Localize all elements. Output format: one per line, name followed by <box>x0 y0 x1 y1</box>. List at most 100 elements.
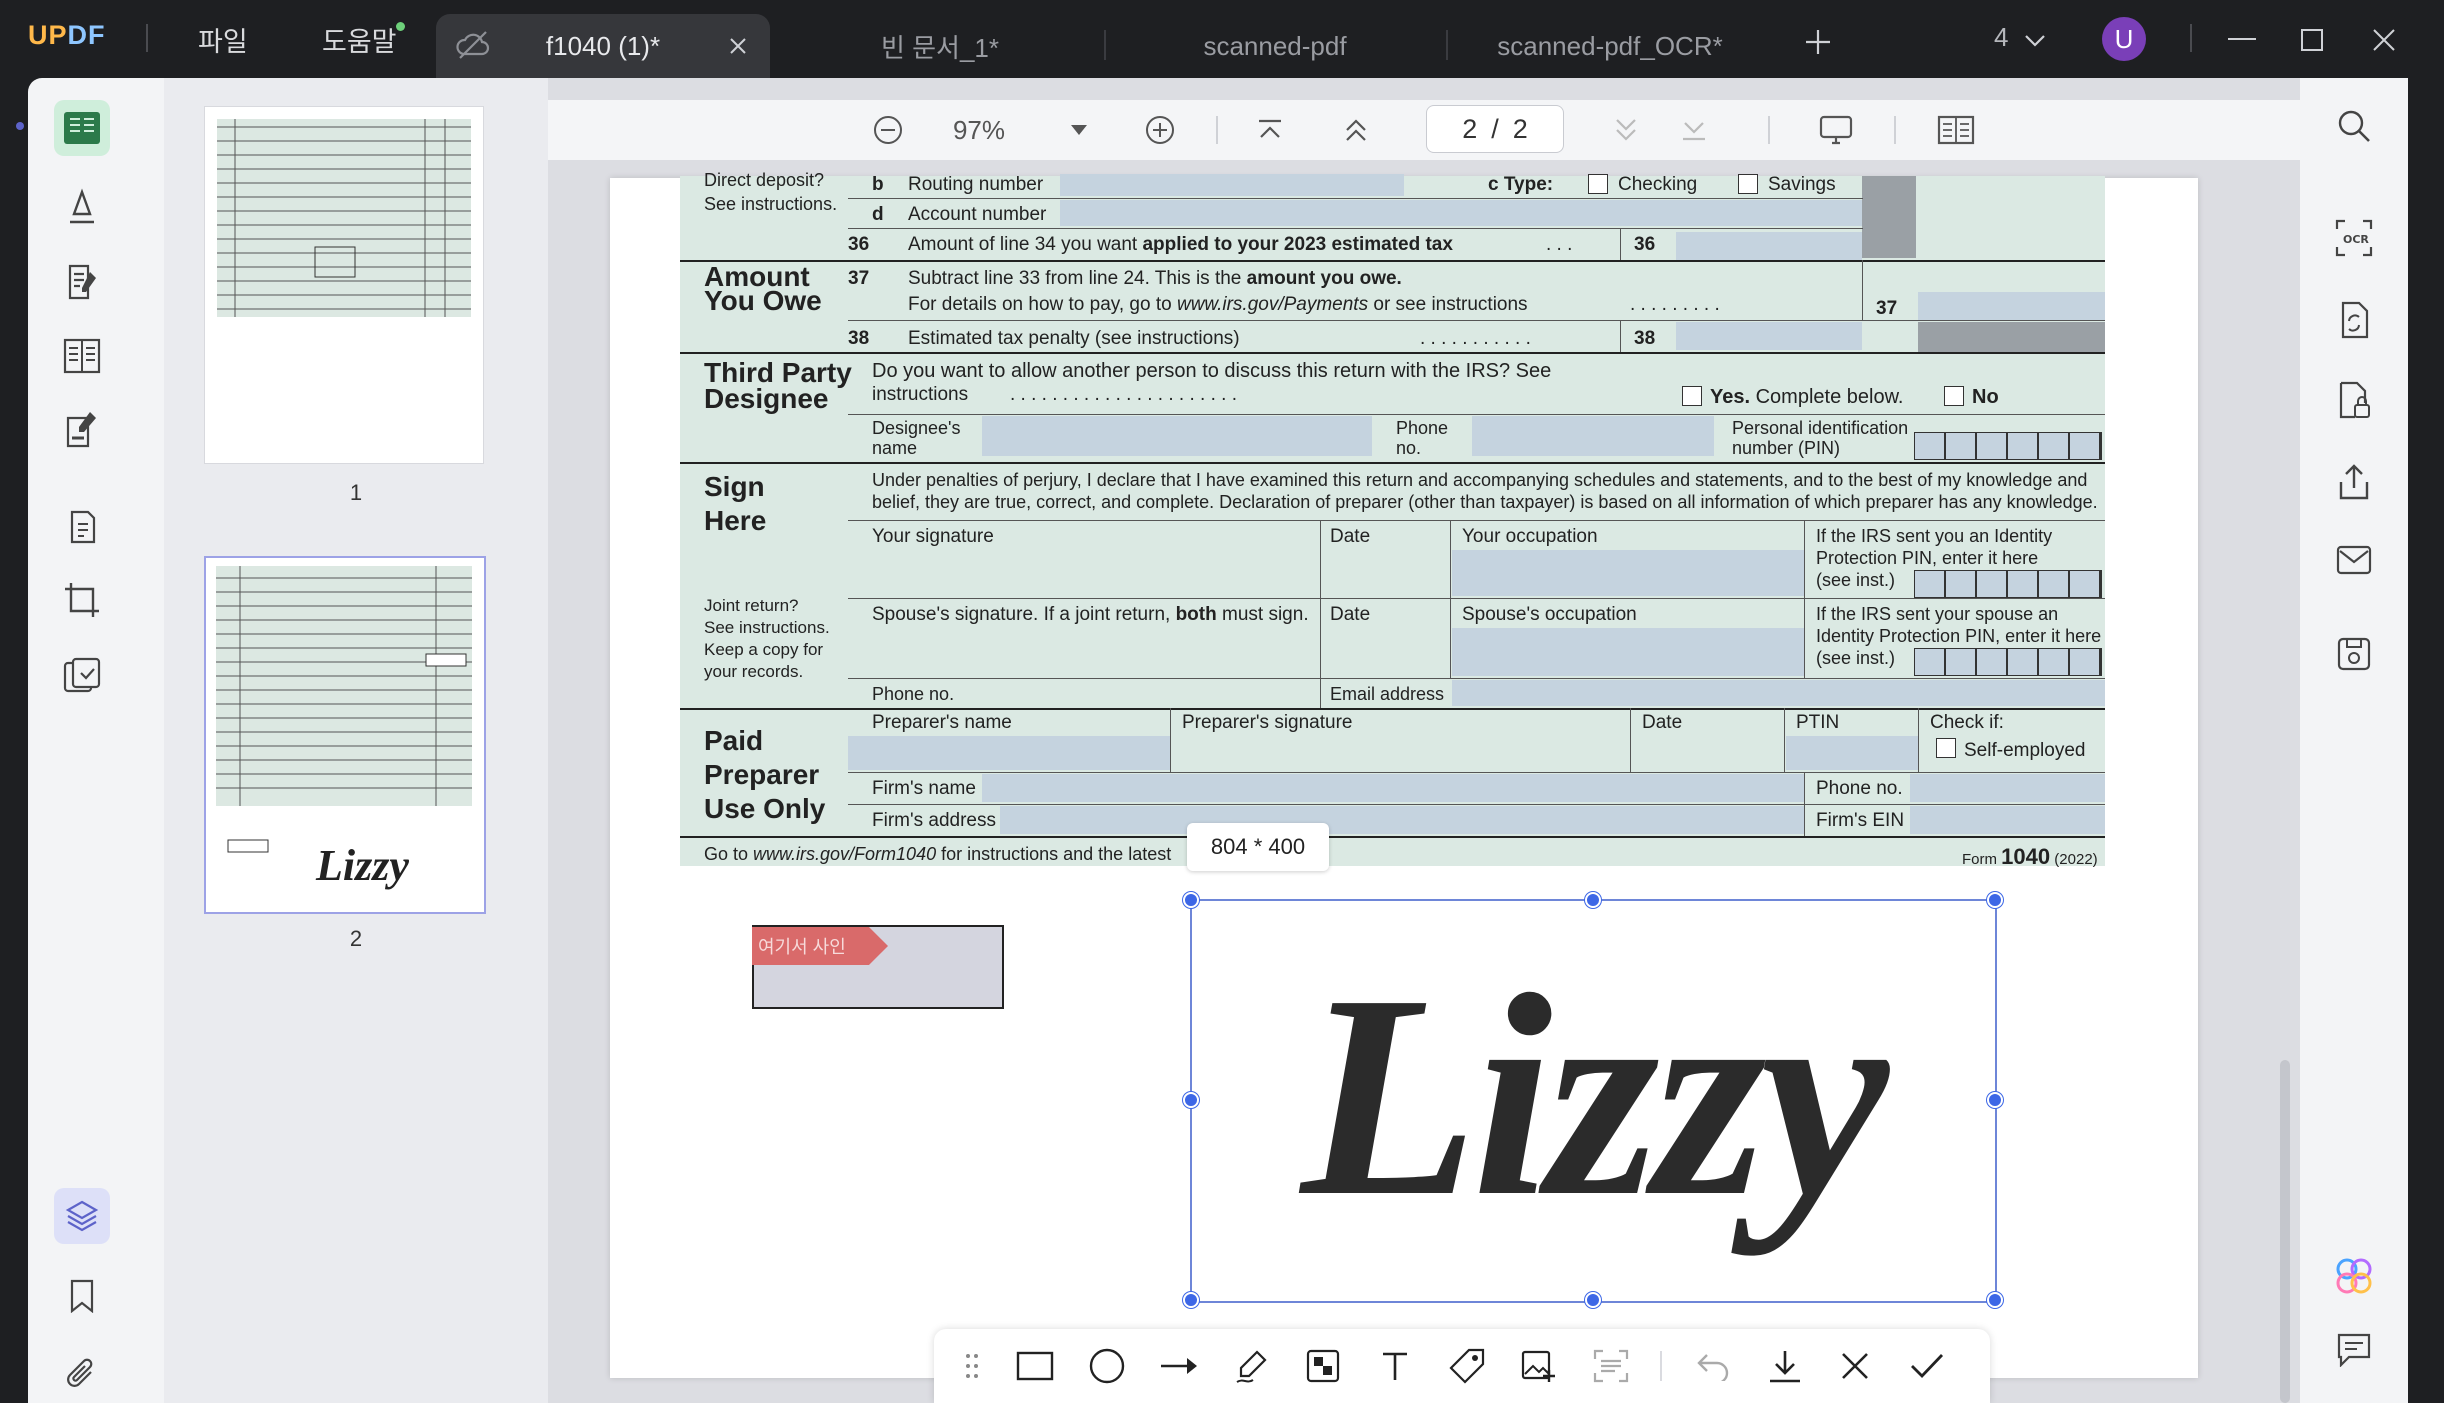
avatar[interactable]: U <box>2102 17 2146 61</box>
entry-field[interactable] <box>1918 292 2105 320</box>
resize-handle[interactable] <box>1183 1092 1199 1108</box>
protect-tool-button[interactable] <box>54 648 110 704</box>
image-insert-icon[interactable] <box>1518 1345 1560 1387</box>
page-view-icon[interactable] <box>1934 108 1978 152</box>
undo-icon[interactable] <box>1692 1345 1734 1387</box>
text-icon[interactable] <box>1374 1345 1416 1387</box>
cancel-icon[interactable] <box>1834 1345 1876 1387</box>
tab-f1040[interactable]: f1040 (1)* <box>436 14 770 78</box>
zoom-out-icon[interactable] <box>866 108 910 152</box>
resize-handle[interactable] <box>1987 892 2003 908</box>
menu-help[interactable]: 도움말 <box>322 20 397 59</box>
account-number-field[interactable] <box>1060 200 1862 226</box>
presentation-icon[interactable] <box>1814 108 1858 152</box>
firm-ein-field[interactable] <box>1910 806 2105 834</box>
fill-sign-button[interactable] <box>54 402 110 458</box>
crop-tool-button[interactable] <box>54 572 110 628</box>
routing-number-field[interactable] <box>1060 174 1404 196</box>
zoom-level[interactable]: 97% <box>934 108 1024 152</box>
protect-document-icon[interactable] <box>2330 376 2378 424</box>
page-number-field[interactable]: 2 / 2 <box>1426 105 1564 153</box>
ocr-icon[interactable]: OCR <box>2330 214 2378 262</box>
yes-checkbox[interactable] <box>1682 386 1702 406</box>
new-tab-plus-icon[interactable] <box>1800 24 1836 60</box>
tab-count[interactable]: 4 <box>1994 22 2008 53</box>
resize-handle[interactable] <box>1585 1292 1601 1308</box>
tab-label: f1040 (1)* <box>545 30 661 61</box>
save-icon[interactable] <box>2330 630 2378 678</box>
designee-name-field[interactable] <box>982 416 1372 456</box>
reader-mode-button[interactable] <box>54 100 110 156</box>
self-employed-checkbox[interactable] <box>1936 738 1956 758</box>
resize-handle[interactable] <box>1183 892 1199 908</box>
comment-list-icon[interactable] <box>2330 1326 2378 1374</box>
zoom-in-icon[interactable] <box>1138 108 1182 152</box>
email-icon[interactable] <box>2330 536 2378 584</box>
checking-checkbox[interactable] <box>1588 174 1608 194</box>
organize-pages-button[interactable] <box>54 498 110 554</box>
first-page-icon[interactable] <box>1248 108 1292 152</box>
previous-page-icon[interactable] <box>1334 108 1378 152</box>
layers-button[interactable] <box>54 1188 110 1244</box>
tab-blank-doc[interactable]: 빈 문서_1* <box>790 14 1090 78</box>
sign-here-tag[interactable]: 여기서 사인 <box>752 927 888 965</box>
mosaic-icon[interactable] <box>1302 1345 1344 1387</box>
pin-boxes[interactable] <box>1914 432 2102 460</box>
rectangle-icon[interactable] <box>1014 1345 1056 1387</box>
spouse-pin-boxes[interactable] <box>1914 648 2102 676</box>
chevron-down-icon[interactable] <box>2020 26 2050 56</box>
firm-address-field[interactable] <box>1000 806 1804 834</box>
tab-scanned-pdf[interactable]: scanned-pdf <box>1118 14 1432 78</box>
ptin-field[interactable] <box>1786 736 1918 770</box>
ip-pin-boxes[interactable] <box>1914 570 2102 598</box>
confirm-check-icon[interactable] <box>1906 1345 1948 1387</box>
preparer-name-field[interactable] <box>848 736 1170 770</box>
search-icon[interactable] <box>2330 102 2378 150</box>
ocr-scan-icon[interactable] <box>1590 1345 1632 1387</box>
tag-icon[interactable] <box>1446 1345 1488 1387</box>
signature-image[interactable]: Lizzy <box>1190 899 1997 1303</box>
pen-icon[interactable] <box>1230 1345 1272 1387</box>
resize-handle[interactable] <box>1183 1292 1199 1308</box>
savings-checkbox[interactable] <box>1738 174 1758 194</box>
menu-file[interactable]: 파일 <box>198 20 248 59</box>
updf-logo[interactable]: UPDF <box>28 20 106 51</box>
circle-icon[interactable] <box>1086 1345 1128 1387</box>
edit-pdf-button[interactable] <box>54 254 110 310</box>
comment-tool-button[interactable] <box>54 178 110 234</box>
bookmark-icon[interactable] <box>54 1268 110 1324</box>
close-window-icon[interactable] <box>2364 20 2404 60</box>
next-page-icon[interactable] <box>1604 108 1648 152</box>
firm-name-field[interactable] <box>982 774 1804 802</box>
page-layout-button[interactable] <box>54 328 110 384</box>
email-field[interactable] <box>1452 680 2105 706</box>
convert-icon[interactable] <box>2330 296 2378 344</box>
resize-handle[interactable] <box>1585 892 1601 908</box>
no-checkbox[interactable] <box>1944 386 1964 406</box>
resize-handle[interactable] <box>1987 1092 2003 1108</box>
share-icon[interactable] <box>2330 458 2378 506</box>
occupation-field[interactable] <box>1452 550 1804 596</box>
attachment-icon[interactable] <box>54 1346 110 1402</box>
download-icon[interactable] <box>1764 1345 1806 1387</box>
entry-field[interactable] <box>1676 322 1862 350</box>
minimize-icon[interactable] <box>2222 20 2262 60</box>
tab-scanned-pdf-ocr[interactable]: scanned-pdf_OCR* <box>1460 14 1760 78</box>
firm-phone-field[interactable] <box>1910 774 2105 802</box>
resize-handle[interactable] <box>1987 1292 2003 1308</box>
maximize-icon[interactable] <box>2292 20 2332 60</box>
designee-phone-field[interactable] <box>1472 416 1714 456</box>
page-thumbnail-2[interactable]: Lizzy <box>204 556 486 914</box>
line-number: 38 <box>848 328 870 349</box>
page-thumbnail-1[interactable] <box>204 106 484 464</box>
last-page-icon[interactable] <box>1672 108 1716 152</box>
cell-border <box>1170 708 1171 772</box>
ai-assistant-icon[interactable] <box>2330 1252 2378 1300</box>
vertical-scrollbar[interactable] <box>2280 1060 2290 1403</box>
close-tab-icon[interactable] <box>728 36 748 56</box>
spouse-occupation-field[interactable] <box>1452 628 1804 676</box>
entry-field[interactable] <box>1676 232 1862 260</box>
zoom-dropdown-icon[interactable] <box>1064 108 1094 152</box>
arrow-icon[interactable] <box>1158 1345 1200 1387</box>
drag-handle-icon[interactable] <box>960 1345 984 1387</box>
